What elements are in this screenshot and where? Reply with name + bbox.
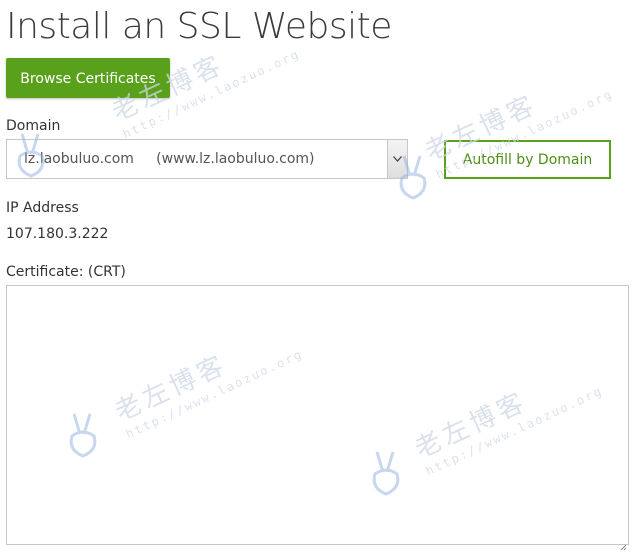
domain-select-value: lz.laobuluo.com (www.lz.laobuluo.com) [24, 151, 315, 167]
browse-certificates-button[interactable]: Browse Certificates [6, 58, 170, 98]
chevron-down-icon[interactable] [387, 140, 407, 178]
resize-grip-icon[interactable] [620, 536, 639, 551]
domain-select[interactable]: lz.laobuluo.com (www.lz.laobuluo.com) [6, 139, 408, 179]
autofill-by-domain-button[interactable]: Autofill by Domain [444, 140, 611, 179]
domain-label: Domain [6, 118, 61, 134]
ip-address-label: IP Address [6, 200, 79, 216]
certificate-label: Certificate: (CRT) [6, 264, 126, 280]
ip-address-value: 107.180.3.222 [6, 226, 109, 242]
certificate-textarea[interactable] [6, 285, 629, 545]
page-title: Install an SSL Website [6, 6, 392, 47]
